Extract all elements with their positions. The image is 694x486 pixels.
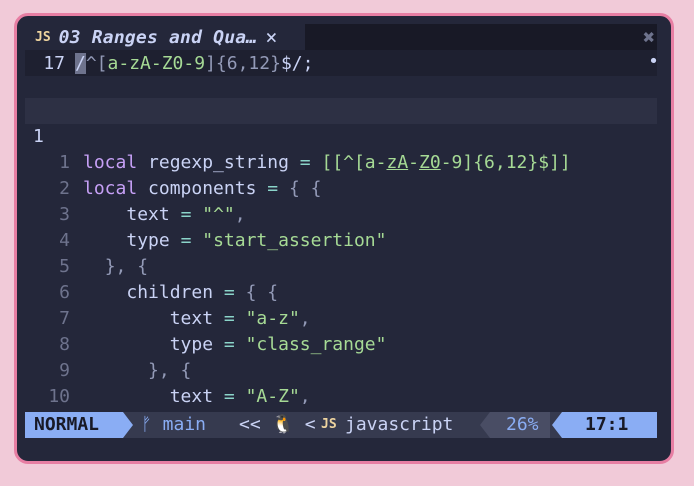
window-close-icon[interactable]: ✖ (643, 25, 655, 49)
code-line[interactable]: 2 text = "^", (25, 150, 657, 225)
position-separator (552, 412, 562, 438)
editor-window: JS 03 Ranges and Qua… × ✖ 17 /^[a-zA-Z0-… (14, 13, 674, 464)
code-line[interactable]: 3 type = "start_assertion" (25, 176, 657, 251)
code-line[interactable]: 4 }, { (25, 202, 657, 277)
filetype-label: javascript (345, 414, 454, 435)
cursor-position: 17:1 (562, 412, 657, 438)
code-line[interactable]: 1 local regexp_string = [[^[a-zA-Z0-9]{6… (25, 98, 657, 173)
regex-literal: /^[a-zA-Z0-9]{6,12}$/; (75, 52, 314, 74)
cursor: / (75, 52, 86, 74)
code-line[interactable]: 11 }, { (25, 384, 657, 404)
code-line[interactable]: 8 }, { (25, 306, 657, 381)
scroll-percent: 26% (490, 412, 550, 438)
code-editor[interactable]: 1 local regexp_string = [[^[a-zA-Z0-9]{6… (25, 98, 657, 404)
git-branch: ᚠ main (141, 412, 206, 438)
search-line-number: 17 (43, 52, 65, 74)
mode-indicator: NORMAL (25, 412, 123, 438)
tab-active[interactable]: JS 03 Ranges and Qua… × (25, 24, 305, 50)
code-line[interactable]: 10 type = "class_range" (25, 358, 657, 404)
mode-separator (123, 412, 133, 438)
branch-name: main (162, 414, 207, 435)
status-line: NORMAL ᚠ main << 🐧 < JS javascript 26% 1… (25, 412, 657, 438)
code-line[interactable]: 7 type = "class_range" (25, 280, 657, 355)
code-line[interactable]: 9 text = "A-Z", (25, 332, 657, 404)
status-separator: << 🐧 < (239, 414, 316, 435)
tab-bar: JS 03 Ranges and Qua… × ✖ (25, 24, 657, 50)
tab-title: 03 Ranges and Qua… (58, 26, 258, 48)
percent-separator (480, 412, 490, 438)
code-line[interactable]: 5 children = { { (25, 228, 657, 303)
javascript-icon: JS (35, 29, 51, 45)
javascript-icon: JS (321, 417, 337, 432)
tab-close-icon[interactable]: × (265, 25, 277, 49)
code-line[interactable]: 1 local components = { { (25, 124, 657, 199)
search-preview-line: 17 /^[a-zA-Z0-9]{6,12}$/; • (25, 50, 659, 76)
git-branch-icon: ᚠ (141, 414, 152, 435)
modified-indicator: • (648, 51, 659, 72)
code-line[interactable]: 6 text = "a-z", (25, 254, 657, 329)
